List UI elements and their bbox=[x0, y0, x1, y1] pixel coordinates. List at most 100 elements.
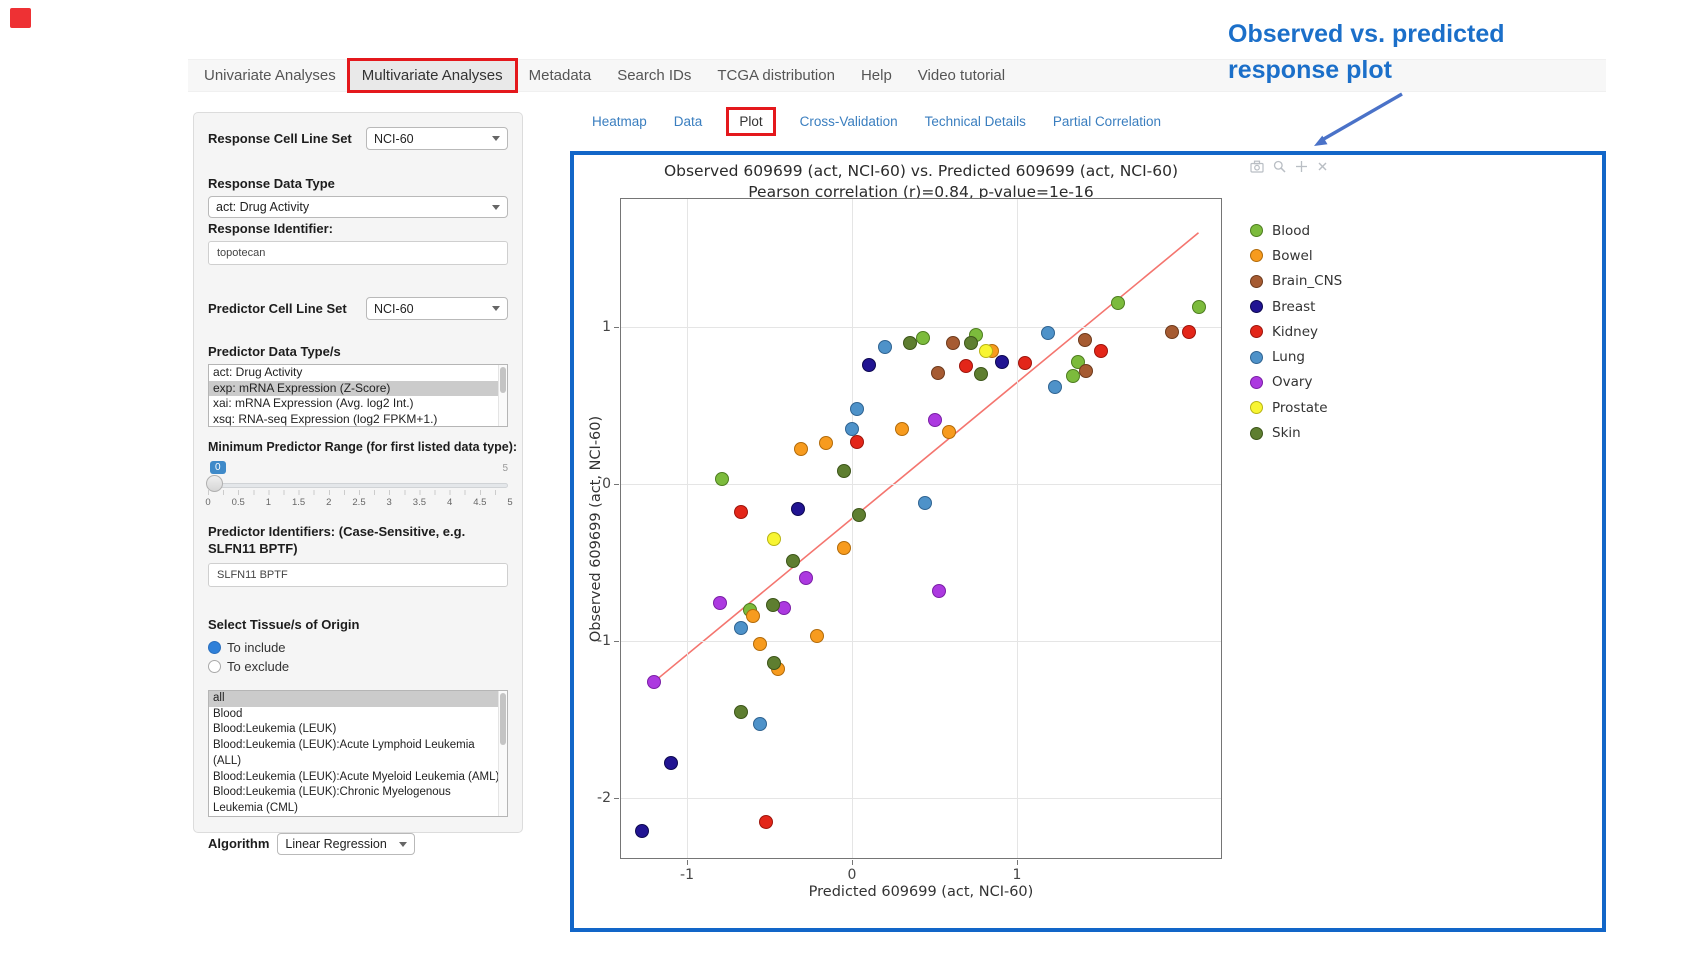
legend-item-ovary[interactable]: Ovary bbox=[1250, 370, 1342, 395]
radio-to-include[interactable]: To include bbox=[208, 638, 508, 657]
response-cell-line-set-label: Response Cell Line Set bbox=[208, 131, 352, 147]
option-xsq[interactable]: xsq: RNA-seq Expression (log2 FPKM+1.) bbox=[209, 412, 507, 428]
handwritten-annotation: Observed vs. predicted response plot bbox=[1228, 16, 1505, 88]
algorithm-select[interactable]: Linear Regression bbox=[277, 833, 415, 855]
tab-plot[interactable]: Plot bbox=[729, 110, 772, 133]
tab-partial-correlation[interactable]: Partial Correlation bbox=[1053, 114, 1161, 129]
data-point-bowel bbox=[746, 609, 760, 623]
data-point-ovary bbox=[799, 571, 813, 585]
tissue-option[interactable]: Blood:Leukemia (LEUK):Acute Myeloid Leuk… bbox=[209, 770, 505, 786]
chevron-down-icon bbox=[492, 136, 500, 141]
legend-dot-icon bbox=[1250, 401, 1263, 414]
plot-output-panel: Observed 609699 (act, NCI-60) vs. Predic… bbox=[570, 151, 1606, 932]
slider-handle[interactable] bbox=[206, 475, 223, 492]
legend-dot-icon bbox=[1250, 249, 1263, 262]
data-point-bowel bbox=[837, 541, 851, 555]
nav-item-univariate-analyses[interactable]: Univariate Analyses bbox=[191, 60, 349, 91]
tissue-option[interactable]: Blood:Leukemia (LEUK) bbox=[209, 722, 505, 738]
gridline-y bbox=[621, 641, 1221, 642]
tab-data[interactable]: Data bbox=[674, 114, 703, 129]
pan-icon[interactable] bbox=[1295, 160, 1308, 173]
legend-item-bowel[interactable]: Bowel bbox=[1250, 243, 1342, 268]
legend-item-blood[interactable]: Blood bbox=[1250, 218, 1342, 243]
legend-item-skin[interactable]: Skin bbox=[1250, 420, 1342, 445]
predictor-data-types-label: Predictor Data Type/s bbox=[208, 344, 508, 360]
camera-icon[interactable] bbox=[1250, 160, 1264, 173]
gridline-x bbox=[1017, 199, 1018, 858]
data-point-skin bbox=[852, 508, 866, 522]
data-point-kidney bbox=[1094, 344, 1108, 358]
legend-item-kidney[interactable]: Kidney bbox=[1250, 319, 1342, 344]
nav-item-video-tutorial[interactable]: Video tutorial bbox=[905, 60, 1018, 91]
data-point-blood bbox=[916, 331, 930, 345]
response-data-type-select[interactable]: act: Drug Activity bbox=[208, 196, 508, 218]
data-point-brain-cns bbox=[1079, 364, 1093, 378]
data-point-ovary bbox=[713, 596, 727, 610]
slider-track[interactable] bbox=[208, 483, 508, 488]
slider-scale-tick: 1 bbox=[266, 497, 271, 508]
radio-to-exclude[interactable]: To exclude bbox=[208, 657, 508, 676]
data-point-breast bbox=[791, 502, 805, 516]
tissue-option[interactable]: Blood bbox=[209, 707, 505, 723]
legend-item-prostate[interactable]: Prostate bbox=[1250, 395, 1342, 420]
legend-item-lung[interactable]: Lung bbox=[1250, 344, 1342, 369]
data-point-lung bbox=[1041, 326, 1055, 340]
nav-item-search-ids[interactable]: Search IDs bbox=[604, 60, 704, 91]
predictor-identifiers-label: Predictor Identifiers: (Case-Sensitive, … bbox=[208, 523, 508, 557]
data-point-skin bbox=[734, 705, 748, 719]
slider-scale-tick: 0 bbox=[205, 497, 210, 508]
legend-item-breast[interactable]: Breast bbox=[1250, 294, 1342, 319]
close-icon[interactable] bbox=[1317, 161, 1328, 172]
data-point-breast bbox=[664, 756, 678, 770]
tab-cross-validation[interactable]: Cross-Validation bbox=[800, 114, 898, 129]
gridline-y bbox=[621, 484, 1221, 485]
data-point-skin bbox=[767, 656, 781, 670]
tab-heatmap[interactable]: Heatmap bbox=[592, 114, 647, 129]
predictor-cell-line-set-select[interactable]: NCI-60 bbox=[366, 297, 508, 320]
data-point-breast bbox=[862, 358, 876, 372]
slider-scale-tick: 2.5 bbox=[352, 497, 365, 508]
nav-item-tcga-distribution[interactable]: TCGA distribution bbox=[704, 60, 848, 91]
data-point-kidney bbox=[1018, 356, 1032, 370]
y-tick-label: -2 bbox=[585, 790, 611, 806]
data-point-blood bbox=[1066, 369, 1080, 383]
response-cell-line-set-select[interactable]: NCI-60 bbox=[366, 127, 508, 150]
slider-value-badge: 0 bbox=[210, 461, 226, 474]
plot-modebar bbox=[1250, 160, 1328, 173]
tissue-origin-label: Select Tissue/s of Origin bbox=[208, 617, 508, 633]
gridline-x bbox=[687, 199, 688, 858]
nav-item-metadata[interactable]: Metadata bbox=[516, 60, 605, 91]
data-point-brain-cns bbox=[931, 366, 945, 380]
tissue-option[interactable]: all bbox=[209, 691, 505, 707]
scrollbar[interactable] bbox=[498, 691, 507, 816]
nav-item-multivariate-analyses[interactable]: Multivariate Analyses bbox=[349, 60, 516, 91]
data-point-blood bbox=[1192, 300, 1206, 314]
result-tabs: Heatmap Data Plot Cross-Validation Technical… bbox=[592, 106, 1161, 136]
slider-scale-tick: 2 bbox=[326, 497, 331, 508]
tissue-option[interactable]: Blood:Leukemia (LEUK):Acute Lymphoid Leu… bbox=[209, 738, 505, 769]
tissue-option[interactable]: Blood:Leukemia (LEUK):Chronic Myelogenou… bbox=[209, 785, 505, 816]
data-point-bowel bbox=[942, 425, 956, 439]
magnifier-icon[interactable] bbox=[1273, 160, 1286, 173]
legend-dot-icon bbox=[1250, 300, 1263, 313]
option-exp[interactable]: exp: mRNA Expression (Z-Score) bbox=[209, 381, 507, 397]
nav-item-help[interactable]: Help bbox=[848, 60, 905, 91]
data-point-ovary bbox=[932, 584, 946, 598]
tab-technical-details[interactable]: Technical Details bbox=[925, 114, 1026, 129]
legend-dot-icon bbox=[1250, 275, 1263, 288]
data-point-blood bbox=[1111, 296, 1125, 310]
response-identifier-input[interactable] bbox=[208, 241, 508, 265]
regression-line bbox=[621, 199, 1223, 860]
data-point-bowel bbox=[753, 637, 767, 651]
predictor-identifiers-input[interactable] bbox=[208, 563, 508, 587]
x-tick-label: -1 bbox=[680, 867, 694, 883]
chevron-down-icon bbox=[492, 205, 500, 210]
scrollbar[interactable] bbox=[498, 365, 507, 426]
legend-item-brain-cns[interactable]: Brain_CNS bbox=[1250, 269, 1342, 294]
chevron-down-icon bbox=[492, 306, 500, 311]
control-sidebar: Response Cell Line Set NCI-60 Response D… bbox=[193, 112, 523, 833]
y-tick-label: 1 bbox=[585, 319, 611, 335]
data-point-skin bbox=[837, 464, 851, 478]
option-xai[interactable]: xai: mRNA Expression (Avg. log2 Int.) bbox=[209, 396, 507, 412]
option-act[interactable]: act: Drug Activity bbox=[209, 365, 507, 381]
